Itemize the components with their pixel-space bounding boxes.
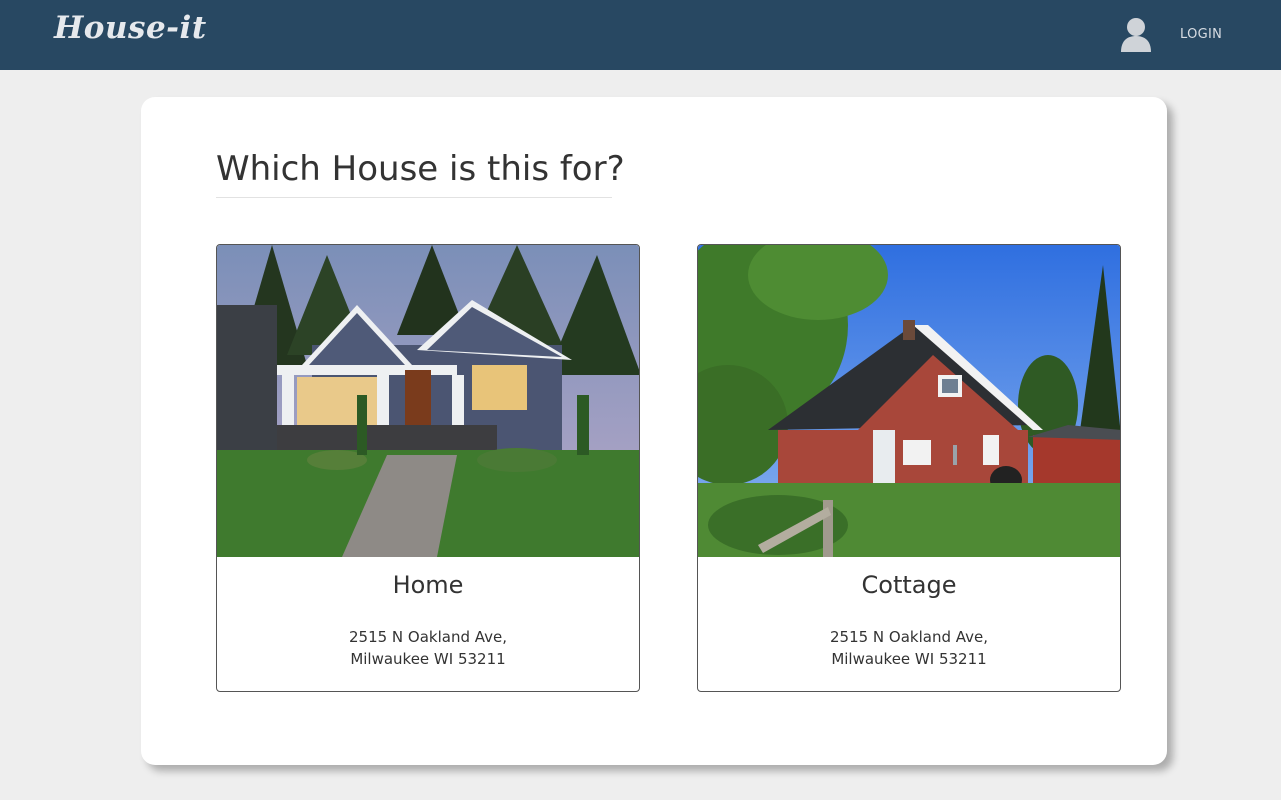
address-line-1: 2515 N Oakland Ave, (348, 628, 508, 646)
house-name: Cottage (861, 571, 957, 599)
house-address: 2515 N Oakland Ave, Milwaukee WI 53211 (217, 626, 639, 670)
house-it-logo[interactable]: House-it (54, 10, 207, 46)
house-address: 2515 N Oakland Ave, Milwaukee WI 53211 (698, 626, 1120, 670)
house-card-home[interactable]: Home 2515 N Oakland Ave, Milwaukee WI 53… (216, 244, 640, 692)
house-name: Home (392, 571, 464, 599)
house-photo-cottage (698, 245, 1120, 557)
address-line-2: Milwaukee WI 53211 (831, 650, 987, 668)
house-photo-home (217, 245, 639, 557)
page-title: Which House is this for? (216, 149, 625, 198)
login-link[interactable]: LOGIN (1180, 27, 1222, 42)
address-line-2: Milwaukee WI 53211 (350, 650, 506, 668)
top-navbar: House-it LOGIN (0, 0, 1281, 70)
house-card-cottage[interactable]: Cottage 2515 N Oakland Ave, Milwaukee WI… (697, 244, 1121, 692)
house-selection-panel: Which House is this for? Home 2515 N Oak… (141, 97, 1167, 765)
address-line-1: 2515 N Oakland Ave, (829, 628, 989, 646)
user-icon[interactable] (1118, 16, 1154, 54)
